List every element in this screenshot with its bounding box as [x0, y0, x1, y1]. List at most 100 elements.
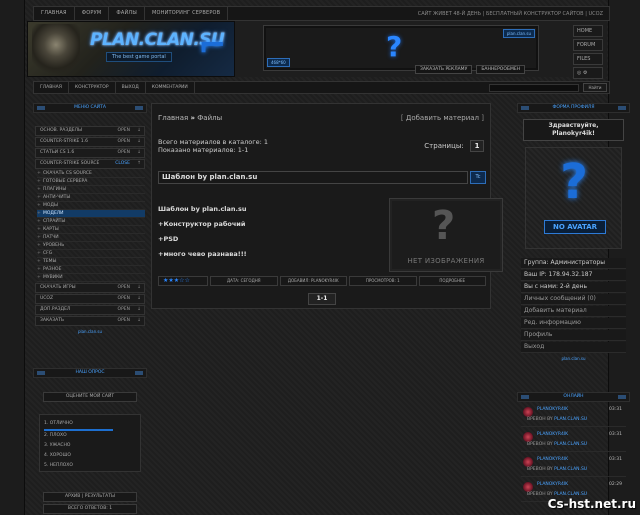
site-banner[interactable]: PLAN.CLAN.SU The best game portal ⌐ [27, 21, 235, 77]
topnav-files[interactable]: Файлы [109, 7, 145, 20]
page-number[interactable]: 1 [470, 140, 484, 152]
forum-link[interactable]: Forum [573, 39, 603, 51]
entry-footer: ★★★☆☆ Дата: Сегодня Добавил: Planokyr4ik… [158, 276, 486, 286]
breadcrumb-current: Файлы [197, 114, 223, 122]
entry-icon[interactable]: Tc [470, 171, 486, 184]
poll-option[interactable]: 1. Отлично [44, 419, 136, 429]
poll-total: Всего ответов: 1 [43, 504, 137, 514]
search-input[interactable] [489, 84, 579, 92]
user-avatar-icon [523, 482, 533, 492]
arrow-icon: ↓ [137, 139, 141, 144]
topnav-forum[interactable]: Форум [75, 7, 110, 20]
page: Главная Форум Файлы Мониторинг серверов … [24, 0, 630, 515]
watermark: Cs-hst.net.ru [547, 497, 636, 511]
user-avatar-icon [523, 432, 533, 442]
poll-option[interactable]: 3. Ужасно [44, 441, 136, 451]
menu-item[interactable]: Counter-Strike Source Close ↑ [35, 159, 145, 169]
user-group: Группа: Администраторы [521, 258, 626, 269]
social-icons[interactable]: ◎ ⚙ [573, 67, 603, 79]
topnav-home[interactable]: Главная [34, 7, 75, 20]
site-age-text: Сайт живет 48-й день | Бесплатный констр… [417, 10, 603, 17]
menu-item[interactable]: Статьи CS 1.6 Open ↓ [35, 148, 145, 158]
poll-option[interactable]: 4. Хорошо [44, 451, 136, 461]
submenu-item[interactable]: Спрайты [37, 218, 145, 226]
site-tagline: The best game portal [106, 52, 172, 62]
arrow-icon: ↓ [137, 307, 141, 312]
add-material-link[interactable]: Добавить материал [406, 114, 479, 122]
menu-item[interactable]: Скачать игры Open ↓ [35, 283, 145, 293]
home-link[interactable]: Home [573, 25, 603, 37]
submenu-item[interactable]: Моды [37, 202, 145, 210]
user-ip: Ваш IP: 178.94.32.187 [521, 270, 626, 281]
right-sidebar: Форма профиля Здравствуйте, Planokyr4ik!… [517, 103, 630, 363]
breadcrumb-sep: » [190, 114, 196, 122]
menu-item[interactable]: Основ. разделы Open ↓ [35, 126, 145, 136]
add-material-link[interactable]: Добавить материал [521, 306, 626, 317]
user-avatar-icon [523, 407, 533, 417]
avatar[interactable]: ? No avatar [525, 147, 622, 249]
submenu-item[interactable]: Темы [37, 258, 145, 266]
online-user[interactable]: Planokyr4ik 03:31 Вревон by plan.clan.su [521, 405, 626, 427]
subnav-home[interactable]: Главная [34, 82, 69, 93]
online-user[interactable]: Planokyr4ik 03:31 Вревон by plan.clan.su [521, 455, 626, 477]
entry-line: Шаблон by plan.clan.su [158, 205, 247, 213]
submenu-item[interactable]: Анти-читы [37, 194, 145, 202]
add-material: [ Добавить материал ] [400, 114, 484, 122]
robot-icon [32, 24, 80, 76]
online-user[interactable]: Planokyr4ik 03:31 Вревон by plan.clan.su [521, 430, 626, 452]
profile-title: Форма профиля [517, 103, 630, 113]
edit-info-link[interactable]: Ред. информацию [521, 318, 626, 329]
submenu-item[interactable]: Карты [37, 226, 145, 234]
ad-size-label: 468*60 [267, 58, 290, 67]
submenu-item[interactable]: Уровень [37, 242, 145, 250]
subnav-logout[interactable]: Выход [116, 82, 146, 93]
rating-stars-icon[interactable]: ★★★☆☆ [158, 276, 208, 286]
entry-title[interactable]: Шаблон by plan.clan.su [158, 171, 468, 184]
submenu-item[interactable]: Плагины [37, 186, 145, 194]
submenu-item-active[interactable]: Модели [37, 210, 145, 218]
logo-mark-icon: ⌐ [198, 26, 227, 66]
rate-site-button[interactable]: Оцените мой сайт [43, 392, 137, 402]
main-content: Главная » Файлы [ Добавить материал ] Вс… [151, 103, 503, 309]
submenu-item[interactable]: Мувики [37, 274, 145, 282]
submenu-item[interactable]: Патчи [37, 234, 145, 242]
left-sidebar: Меню сайта Основ. разделы Open ↓ Counter-S… [33, 103, 147, 336]
arrow-icon: ↓ [137, 318, 141, 323]
menu-item[interactable]: Доп.Раздел Open ↓ [35, 305, 145, 315]
ad-label: plan.clan.su [502, 29, 535, 38]
pagination[interactable]: 1-1 [308, 293, 336, 305]
banner-exchange-button[interactable]: Баннерообмен [476, 65, 526, 74]
pm-link[interactable]: Личных сообщений (0) [521, 294, 626, 305]
question-icon: ? [386, 30, 403, 63]
logout-link[interactable]: Выход [521, 342, 626, 353]
subnav-comments[interactable]: Комментарии [146, 82, 195, 93]
submenu-item[interactable]: Готовые сервера [37, 178, 145, 186]
no-image-icon: ? [432, 203, 456, 249]
search-button[interactable]: Найти [583, 83, 607, 92]
entry-body: Шаблон by plan.clan.su +Конструктор рабо… [158, 202, 358, 262]
poll-results-link[interactable]: Архив | Результаты [43, 492, 137, 502]
submenu-item[interactable]: Скачать CS Source [37, 170, 145, 178]
count-total: Всего материалов в каталоге: 1 [158, 138, 269, 146]
entry-image[interactable]: ? Нет изображения [389, 198, 503, 272]
header: PLAN.CLAN.SU The best game portal ⌐ ? pl… [27, 21, 607, 79]
entry-author[interactable]: Добавил: Planokyr4ik [279, 276, 347, 286]
arrow-icon: ↓ [137, 296, 141, 301]
no-avatar-label: No avatar [544, 220, 606, 234]
breadcrumb-home[interactable]: Главная [158, 114, 188, 122]
subnav-constructor[interactable]: Конструктор [69, 82, 116, 93]
entry-more-link[interactable]: Подробнее [418, 276, 486, 286]
topnav-monitoring[interactable]: Мониторинг серверов [145, 7, 229, 20]
submenu-item[interactable]: CFG [37, 250, 145, 258]
submenu-item[interactable]: Разное [37, 266, 145, 274]
sub-nav: Главная Конструктор Выход Комментарии На… [33, 81, 610, 94]
menu-item[interactable]: Заказать Open ↓ [35, 316, 145, 326]
poll-option[interactable]: 5. Неплохо [44, 461, 136, 471]
files-link[interactable]: Files [573, 53, 603, 65]
poll-option[interactable]: 2. Плохо [44, 431, 136, 441]
profile-link[interactable]: Профиль [521, 330, 626, 341]
menu-item[interactable]: Counter-Strike 1.6 Open ↓ [35, 137, 145, 147]
menu-item[interactable]: uCoz Open ↓ [35, 294, 145, 304]
question-icon: ? [560, 154, 588, 210]
order-ad-button[interactable]: Заказать рекламу [415, 65, 473, 74]
